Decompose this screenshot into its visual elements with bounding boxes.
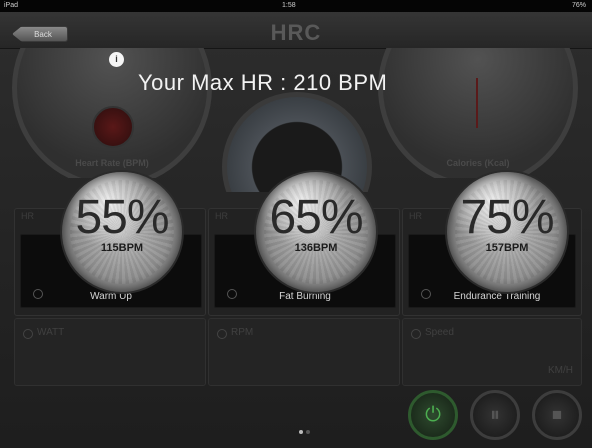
power-icon: ⏻ xyxy=(425,403,441,426)
page-dot-active xyxy=(299,430,303,434)
zone-name-1: Warm Up xyxy=(90,291,132,302)
speed-panel: Speed KM/H xyxy=(402,318,582,386)
rpm-label: RPM xyxy=(231,327,254,338)
status-carrier: iPad xyxy=(4,2,19,9)
navigation-bar: Back HRC xyxy=(0,12,592,49)
calories-gauge-label: Calories (Kcal) xyxy=(446,158,510,168)
watt-label: WATT xyxy=(37,327,65,338)
pause-button[interactable]: ⏸ xyxy=(470,390,520,440)
status-time: 1:58 xyxy=(282,2,296,9)
page-indicator[interactable] xyxy=(295,428,315,436)
zone-circle-endurance[interactable]: 75% 157BPM xyxy=(447,172,567,292)
start-button[interactable]: ⏻ xyxy=(408,390,458,440)
zone-panel-1-head: HR xyxy=(21,211,34,221)
zone-name-3: Endurance Training xyxy=(453,291,541,302)
zone-panel-3-head: HR xyxy=(409,211,422,221)
stop-button[interactable]: ⏹ xyxy=(532,390,582,440)
calories-gauge: Calories (Kcal) xyxy=(378,48,578,178)
heart-rate-gauge: Heart Rate (BPM) xyxy=(12,48,212,178)
speed-label: Speed xyxy=(425,327,454,338)
zone-percent-3: 75% xyxy=(460,191,554,244)
zone-circle-warm-up[interactable]: 55% 115BPM xyxy=(62,172,182,292)
zone-bpm-2: 136BPM xyxy=(294,242,338,254)
watt-panel: WATT xyxy=(14,318,206,386)
speedometer-icon xyxy=(411,329,421,339)
zone-percent-1: 55% xyxy=(75,191,169,244)
status-bar: iPad 1:58 76% xyxy=(0,0,592,12)
lightning-icon xyxy=(23,329,33,339)
zone-bpm-3: 157BPM xyxy=(485,242,529,254)
gear-icon xyxy=(217,329,227,339)
stop-icon: ⏹ xyxy=(552,403,562,426)
status-battery: 76% xyxy=(571,2,586,9)
zone-bpm-1: 115BPM xyxy=(100,242,144,254)
speed-unit: KM/H xyxy=(548,365,573,376)
zone-percent-2: 65% xyxy=(269,191,363,244)
zone-circle-fat-burning[interactable]: 65% 136BPM xyxy=(256,172,376,292)
heart-rate-gauge-label: Heart Rate (BPM) xyxy=(75,158,149,168)
rpm-panel: RPM xyxy=(208,318,400,386)
zone-name-2: Fat Burning xyxy=(279,291,331,302)
max-hr-text: Your Max HR : 210 BPM xyxy=(138,70,388,95)
page-title: HRC xyxy=(270,20,322,45)
page-dot xyxy=(306,430,310,434)
info-icon[interactable]: i xyxy=(109,52,124,67)
pause-icon: ⏸ xyxy=(490,403,500,426)
zone-panel-2-head: HR xyxy=(215,211,228,221)
